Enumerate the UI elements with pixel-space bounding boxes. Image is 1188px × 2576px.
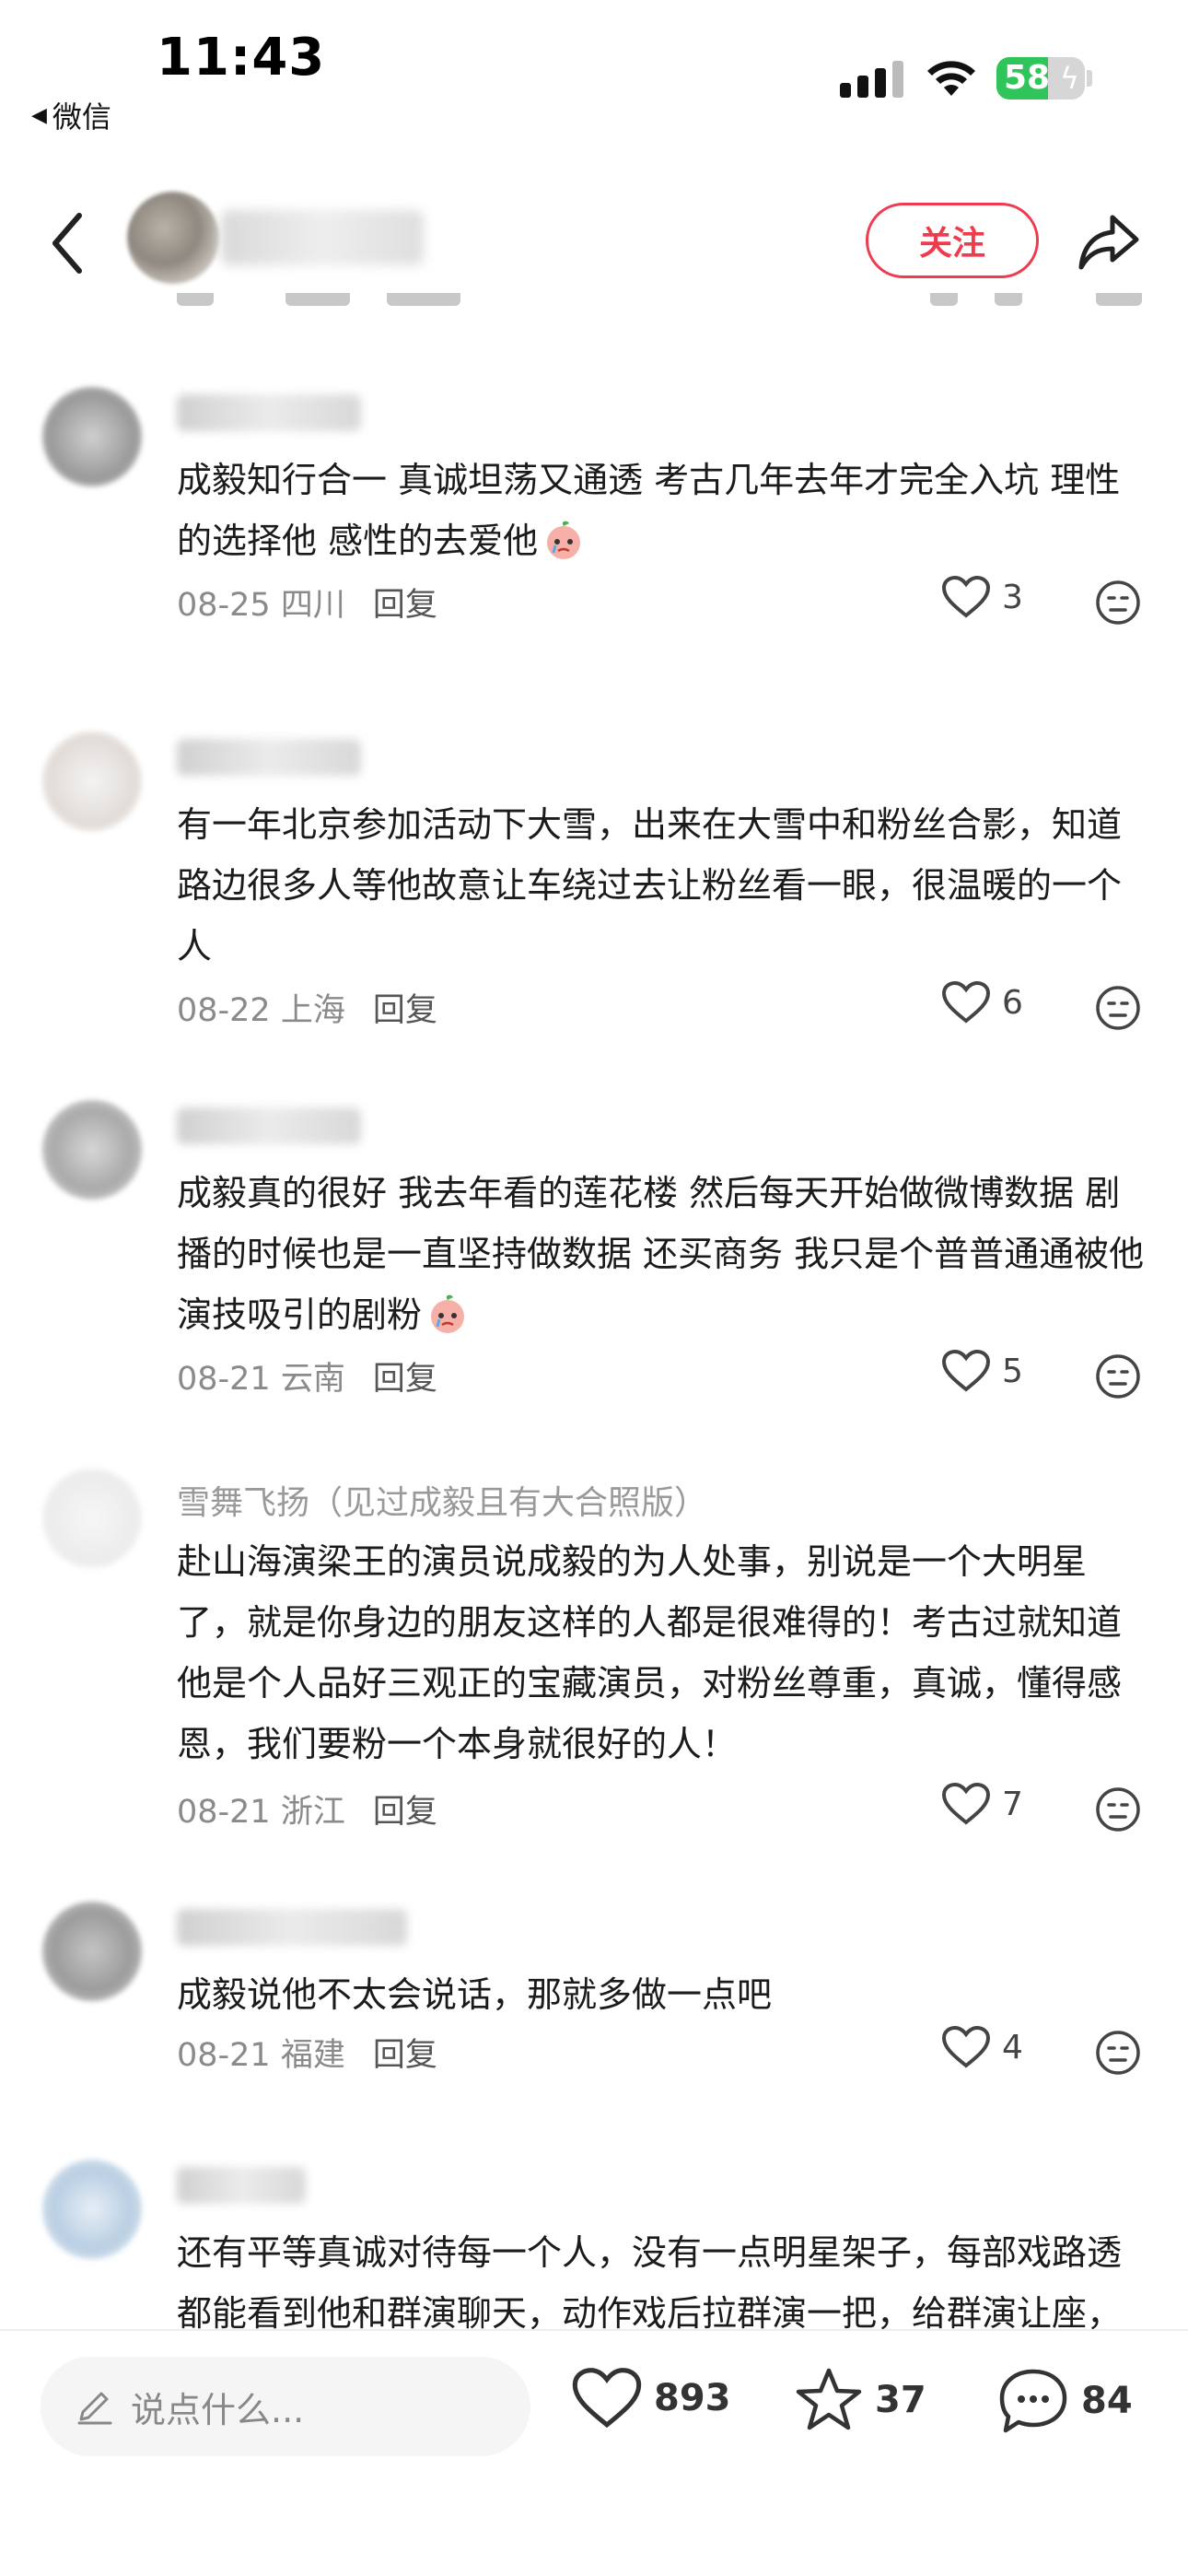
comment-location: 云南 [280,1361,345,1398]
comment-input-placeholder: 说点什么... [131,2389,305,2430]
back-triangle-icon: ◀ [31,103,47,127]
comment-like-button[interactable]: 7 [941,1782,1023,1826]
pencil-icon [77,2392,112,2425]
comment-input[interactable]: 说点什么... [41,2357,530,2456]
commenter-avatar[interactable] [42,1469,142,1568]
dislike-face-icon[interactable] [1094,2029,1142,2077]
comment-date-location: 08-25 四川 [177,579,345,626]
cellular-signal-icon [840,61,903,98]
reply-button[interactable]: 回复 [373,2029,437,2076]
reply-button[interactable]: 回复 [373,984,437,1031]
commenter-avatar[interactable] [42,1100,142,1200]
heart-icon [941,2025,991,2068]
follow-button[interactable]: 关注 [866,203,1039,278]
comment-meta: 08-22 上海 回复 [177,984,437,1031]
wifi-icon [927,61,975,96]
comment-location: 上海 [280,992,345,1029]
like-post-button[interactable]: 893 [571,2366,731,2430]
reply-button[interactable]: 回复 [373,579,437,626]
comment-like-button[interactable]: 4 [941,2025,1023,2069]
peach-crying-emoji [431,1294,465,1333]
star-icon [796,2368,862,2430]
peach-crying-emoji [547,521,581,559]
commenter-avatar[interactable] [42,387,142,486]
comment-body: 成毅知行合一 真诚坦荡又通透 考古几年去年才完全入坑 理性的选择他 感性的去爱他 [177,460,1121,561]
comment-post-button[interactable]: 84 [996,2366,1133,2436]
commenter-name-blurred[interactable] [177,739,361,776]
post-comment-count: 84 [1081,2380,1133,2422]
like-count: 5 [1002,1352,1023,1390]
share-icon[interactable] [1074,206,1144,276]
back-app-label: 微信 [52,100,111,135]
heart-icon [941,980,991,1024]
comment-date-location: 08-21 云南 [177,1352,345,1399]
comment-date-location: 08-22 上海 [177,984,345,1031]
like-count: 6 [1002,983,1023,1022]
like-count: 7 [1002,1785,1023,1823]
back-to-app-link[interactable]: ◀ 微信 [31,94,111,136]
comment-text: 有一年北京参加活动下大雪，出来在大雪中和粉丝合影，知道路边很多人等他故意让车绕过… [177,804,1123,966]
previous-comment-fragment [0,293,1188,330]
dislike-face-icon[interactable] [1094,1786,1142,1833]
comment-location: 四川 [280,587,345,624]
heart-icon [941,575,991,618]
comment-text: 成毅知行合一 真诚坦荡又通透 考古几年去年才完全入坑 理性的选择他 感性的去爱他 [177,450,1153,571]
author-avatar[interactable] [127,192,219,284]
heart-icon [941,1349,991,1392]
battery-tip [1087,70,1092,87]
commenter-name-blurred[interactable] [177,1107,361,1144]
author-name-blurred[interactable] [221,210,424,265]
commenter-name[interactable]: 雪舞飞扬（见过成毅且有大合照版） [177,1476,707,1524]
comment-meta: 08-21 浙江 回复 [177,1786,437,1832]
comment-date-location: 08-21 浙江 [177,1786,345,1832]
commenter-name-blurred[interactable] [177,394,361,431]
commenter-name-blurred[interactable] [177,1909,407,1946]
comment-date: 08-21 [177,1361,271,1398]
comment-meta: 08-25 四川 回复 [177,579,437,626]
status-time: 11:43 [157,28,326,88]
comment-body: 成毅真的很好 我去年看的莲花楼 然后每天开始做微博数据 剧播的时候也是一直坚持做… [177,1173,1145,1335]
comment-date-location: 08-21 福建 [177,2029,345,2076]
comment-like-button[interactable]: 3 [941,575,1023,619]
back-arrow-icon[interactable] [41,206,96,280]
comment-text: 赴山海演梁王的演员说成毅的为人处事，别说是一个大明星了，就是你身边的朋友这样的人… [177,1541,1123,1764]
comment-location: 浙江 [280,1794,345,1831]
dislike-face-icon[interactable] [1094,1352,1142,1400]
comment-date: 08-25 [177,587,271,624]
dislike-face-icon[interactable] [1094,984,1142,1032]
like-count: 3 [1002,578,1023,616]
commenter-avatar[interactable] [42,1902,142,2001]
like-count: 4 [1002,2028,1023,2067]
comment-like-button[interactable]: 6 [941,980,1023,1025]
comment-meta: 08-21 福建 回复 [177,2029,437,2076]
charging-bolt-icon: ϟ [1059,61,1079,96]
battery-percent: 58 [1004,59,1051,97]
favorite-post-button[interactable]: 37 [794,2366,926,2434]
comment-text: 成毅真的很好 我去年看的莲花楼 然后每天开始做微博数据 剧播的时候也是一直坚持做… [177,1163,1153,1345]
comment-meta: 08-21 云南 回复 [177,1352,437,1399]
comment-text: 成毅说他不太会说话，那就多做一点吧 [177,1974,773,2015]
post-header: 关注 [0,166,1188,313]
comment-date: 08-21 [177,2037,271,2074]
comment-date: 08-21 [177,1794,271,1831]
commenter-name-blurred[interactable] [177,2167,306,2204]
post-star-count: 37 [875,2379,926,2421]
bottom-action-bar: 说点什么... 893 37 84 [0,2329,1188,2576]
heart-icon [941,1782,991,1825]
chat-bubble-icon [999,2369,1067,2433]
comment-location: 福建 [280,2037,345,2074]
reply-button[interactable]: 回复 [373,1352,437,1399]
commenter-avatar[interactable] [42,2160,142,2259]
dislike-face-icon[interactable] [1094,579,1142,626]
post-like-count: 893 [654,2377,731,2419]
battery-icon: 58 ϟ [996,57,1085,100]
reply-button[interactable]: 回复 [373,1786,437,1832]
heart-icon [572,2368,642,2429]
comment-date: 08-22 [177,992,271,1029]
comment-like-button[interactable]: 5 [941,1349,1023,1393]
status-bar: 11:43 ◀ 微信 58 ϟ [0,0,1188,135]
commenter-avatar[interactable] [42,732,142,831]
